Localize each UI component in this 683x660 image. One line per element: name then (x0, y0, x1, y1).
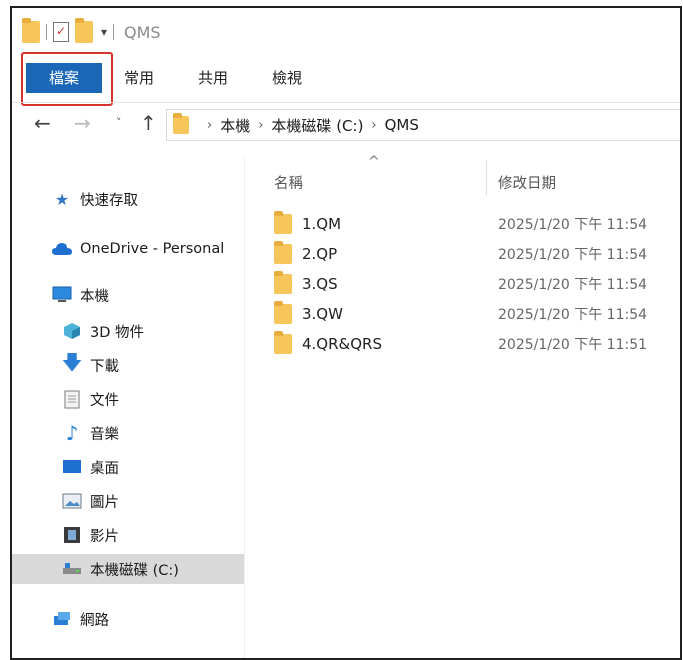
navigation-pane: ★ 快速存取 OneDrive - Personal 本機 3D 物件 🡇 下載 (12, 158, 245, 658)
folder-icon (274, 241, 292, 264)
folder-icon (274, 271, 292, 294)
sidebar-item-label: 本機磁碟 (C:) (90, 562, 179, 579)
tab-home[interactable]: 常用 (110, 63, 168, 93)
folder-icon (274, 211, 292, 234)
highlight-box (21, 52, 113, 106)
folder-icon (274, 301, 292, 324)
sidebar-item-label: 本機 (80, 288, 109, 305)
sidebar-item-label: 影片 (90, 528, 119, 545)
drive-icon (62, 559, 82, 579)
sidebar-item-network[interactable]: 網路 (12, 604, 244, 634)
breadcrumb-qms[interactable]: QMS (385, 116, 419, 134)
file-row[interactable]: 2.QP 2025/1/20 下午 11:54 (258, 240, 680, 268)
sidebar-item-label: 3D 物件 (90, 324, 144, 341)
sort-ascending-icon: ^ (368, 154, 380, 170)
tab-share[interactable]: 共用 (184, 63, 242, 93)
column-header-name[interactable]: 名稱 (274, 172, 303, 193)
tab-view[interactable]: 檢視 (258, 63, 316, 93)
desktop-icon (62, 457, 82, 477)
title-bar: ✓ ▾ QMS (12, 8, 680, 52)
column-header-date-modified[interactable]: 修改日期 (498, 172, 556, 193)
navigation-bar: ← → ˅ ↑ › 本機 › 本機磁碟 (C:) › QMS (12, 102, 680, 145)
file-name: 2.QP (302, 245, 338, 263)
sidebar-item-label: 桌面 (90, 460, 119, 477)
separator (46, 24, 47, 40)
address-bar[interactable]: › 本機 › 本機磁碟 (C:) › QMS (166, 109, 680, 141)
window-title: QMS (124, 22, 161, 42)
film-icon (62, 525, 82, 545)
chevron-right-icon[interactable]: › (258, 118, 263, 133)
file-date: 2025/1/20 下午 11:54 (498, 217, 648, 233)
network-icon (52, 609, 72, 629)
sidebar-item-onedrive[interactable]: OneDrive - Personal (12, 234, 244, 264)
folder-icon (274, 331, 292, 354)
sidebar-item-pictures[interactable]: 圖片 (12, 486, 244, 516)
sidebar-item-label: 圖片 (90, 494, 119, 511)
sidebar-item-downloads[interactable]: 🡇 下載 (12, 350, 244, 380)
folder-icon (173, 113, 189, 134)
sidebar-item-label: 下載 (90, 358, 119, 375)
explorer-window: ✓ ▾ QMS 檔案 常用 共用 檢視 ← → ˅ ↑ › 本機 › 本機磁碟 … (10, 6, 682, 660)
column-divider[interactable] (486, 160, 487, 196)
computer-icon (52, 285, 72, 305)
file-list: ^ 名稱 修改日期 1.QM 2025/1/20 下午 11:54 2.QP 2… (258, 148, 680, 648)
file-row[interactable]: 4.QR&QRS 2025/1/20 下午 11:51 (258, 330, 680, 358)
file-name: 1.QM (302, 215, 342, 233)
sidebar-item-label: OneDrive - Personal (80, 241, 225, 257)
cloud-icon (52, 239, 72, 259)
sidebar-item-desktop[interactable]: 桌面 (12, 452, 244, 482)
sidebar-item-label: 文件 (90, 392, 119, 409)
file-row[interactable]: 3.QS 2025/1/20 下午 11:54 (258, 270, 680, 298)
back-arrow-icon[interactable]: ← (34, 111, 51, 135)
file-date: 2025/1/20 下午 11:54 (498, 247, 648, 263)
sidebar-item-videos[interactable]: 影片 (12, 520, 244, 550)
sidebar-item-label: 快速存取 (80, 192, 138, 209)
folder-icon (22, 18, 40, 43)
sidebar-item-local-disk[interactable]: 本機磁碟 (C:) (12, 554, 244, 584)
up-arrow-icon[interactable]: ↑ (140, 111, 157, 135)
breadcrumb-this-pc[interactable]: 本機 (220, 115, 250, 136)
file-date: 2025/1/20 下午 11:51 (498, 337, 648, 353)
properties-icon[interactable]: ✓ (53, 22, 69, 42)
sidebar-item-label: 網路 (80, 612, 109, 629)
file-date: 2025/1/20 下午 11:54 (498, 307, 648, 323)
file-name: 4.QR&QRS (302, 335, 382, 353)
sidebar-item-music[interactable]: ♪ 音樂 (12, 418, 244, 448)
cube-icon (62, 321, 82, 341)
file-row[interactable]: 3.QW 2025/1/20 下午 11:54 (258, 300, 680, 328)
sidebar-item-3d-objects[interactable]: 3D 物件 (12, 316, 244, 346)
download-arrow-icon: 🡇 (61, 350, 83, 374)
breadcrumb-local-disk[interactable]: 本機磁碟 (C:) (271, 115, 363, 136)
music-note-icon: ♪ (65, 421, 79, 445)
chevron-right-icon[interactable]: › (371, 118, 376, 133)
recent-locations-icon[interactable]: ˅ (116, 116, 122, 129)
file-date: 2025/1/20 下午 11:54 (498, 277, 648, 293)
chevron-right-icon[interactable]: › (207, 118, 212, 133)
sidebar-item-quick-access[interactable]: ★ 快速存取 (12, 184, 244, 214)
file-name: 3.QW (302, 305, 343, 323)
separator (113, 24, 115, 40)
new-folder-icon[interactable] (75, 18, 93, 43)
file-name: 3.QS (302, 275, 338, 293)
forward-arrow-icon[interactable]: → (74, 111, 91, 135)
sidebar-item-documents[interactable]: 文件 (12, 384, 244, 414)
picture-icon (62, 491, 82, 511)
customize-toolbar-icon[interactable]: ▾ (101, 25, 107, 39)
file-row[interactable]: 1.QM 2025/1/20 下午 11:54 (258, 210, 680, 238)
document-icon (62, 389, 82, 409)
sidebar-item-this-pc[interactable]: 本機 (12, 280, 244, 310)
star-icon: ★ (54, 189, 70, 209)
sidebar-item-label: 音樂 (90, 426, 119, 443)
quick-access-toolbar: ✓ ▾ QMS (22, 18, 161, 44)
